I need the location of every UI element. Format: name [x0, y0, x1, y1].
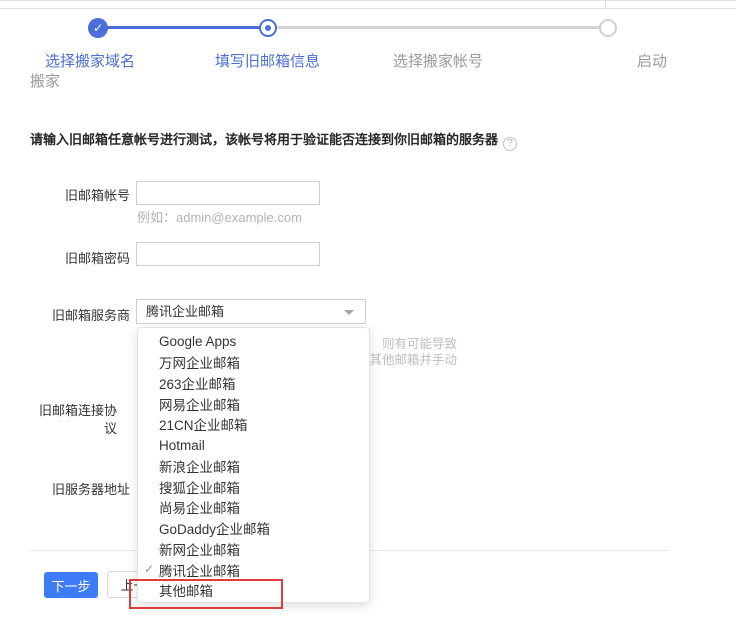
dropdown-option[interactable]: 网易企业邮箱: [138, 393, 369, 414]
dropdown-option[interactable]: GoDaddy企业邮箱: [138, 518, 369, 539]
old-account-hint: 例如：admin@example.com: [137, 207, 302, 226]
dropdown-option[interactable]: 新浪企业邮箱: [138, 456, 369, 477]
help-icon[interactable]: ?: [503, 137, 517, 151]
step-current-icon: [259, 19, 277, 37]
dropdown-option[interactable]: 新网企业邮箱: [138, 539, 369, 560]
check-icon: ✓: [144, 562, 154, 576]
dropdown-option[interactable]: 万网企业邮箱: [138, 352, 369, 373]
server-address-label: 旧服务器地址: [30, 479, 130, 498]
dropdown-option[interactable]: 搜狐企业邮箱: [138, 476, 369, 497]
dropdown-option[interactable]: 尚易企业邮箱: [138, 497, 369, 518]
provider-dropdown: Google Apps 万网企业邮箱 263企业邮箱 网易企业邮箱 21CN企业…: [137, 327, 370, 603]
dropdown-option[interactable]: 263企业邮箱: [138, 373, 369, 394]
step-done-icon: ✓: [88, 18, 108, 38]
old-password-label: 旧邮箱密码: [30, 248, 130, 267]
annotation-box: [129, 579, 283, 609]
side-note-line2: 其他邮箱并手动: [360, 352, 457, 368]
provider-label: 旧邮箱服务商: [30, 305, 130, 324]
stepper-segment: [268, 26, 438, 29]
step-label-start-wrapped: 搬家: [30, 70, 60, 91]
chevron-down-icon: [344, 310, 354, 315]
dropdown-option[interactable]: Hotmail: [138, 435, 369, 456]
top-bar-edge: [0, 0, 736, 9]
page-title: 请输入旧邮箱任意帐号进行测试，该帐号将用于验证能否连接到你旧邮箱的服务器?: [30, 129, 517, 151]
page-title-text: 请输入旧邮箱任意帐号进行测试，该帐号将用于验证能否连接到你旧邮箱的服务器: [30, 132, 498, 147]
step-label-choose-account: 选择搬家帐号: [393, 50, 483, 71]
migration-wizard-page: ✓ 选择搬家域名 填写旧邮箱信息 选择搬家帐号 启动 搬家 请输入旧邮箱任意帐号…: [0, 0, 736, 631]
stepper-segment-done: [98, 26, 268, 29]
protocol-label: 旧邮箱连接协议: [37, 402, 117, 438]
old-account-input[interactable]: [136, 181, 320, 205]
provider-side-note: 则有可能导致 其他邮箱并手动: [360, 336, 457, 368]
old-password-input[interactable]: [136, 242, 320, 266]
step-pending-icon: [599, 19, 617, 37]
stepper-segment: [438, 26, 608, 29]
provider-selected-value: 腾讯企业邮箱: [146, 304, 224, 319]
dropdown-option-selected[interactable]: ✓ 腾讯企业邮箱: [138, 559, 369, 580]
top-bar-divider: [605, 1, 606, 9]
step-label-start: 启动: [637, 50, 667, 71]
step-label-old-mail-info[interactable]: 填写旧邮箱信息: [215, 50, 320, 71]
side-note-line1: 则有可能导致: [360, 336, 457, 352]
next-step-button[interactable]: 下一步: [44, 572, 98, 598]
provider-select[interactable]: 腾讯企业邮箱: [136, 299, 366, 324]
dropdown-option-label: 腾讯企业邮箱: [159, 560, 240, 580]
dropdown-option[interactable]: Google Apps: [138, 331, 369, 352]
step-current-dot: [265, 25, 271, 31]
step-label-choose-domain[interactable]: 选择搬家域名: [45, 50, 135, 71]
dropdown-option[interactable]: 21CN企业邮箱: [138, 414, 369, 435]
old-account-label: 旧邮箱帐号: [30, 185, 130, 204]
